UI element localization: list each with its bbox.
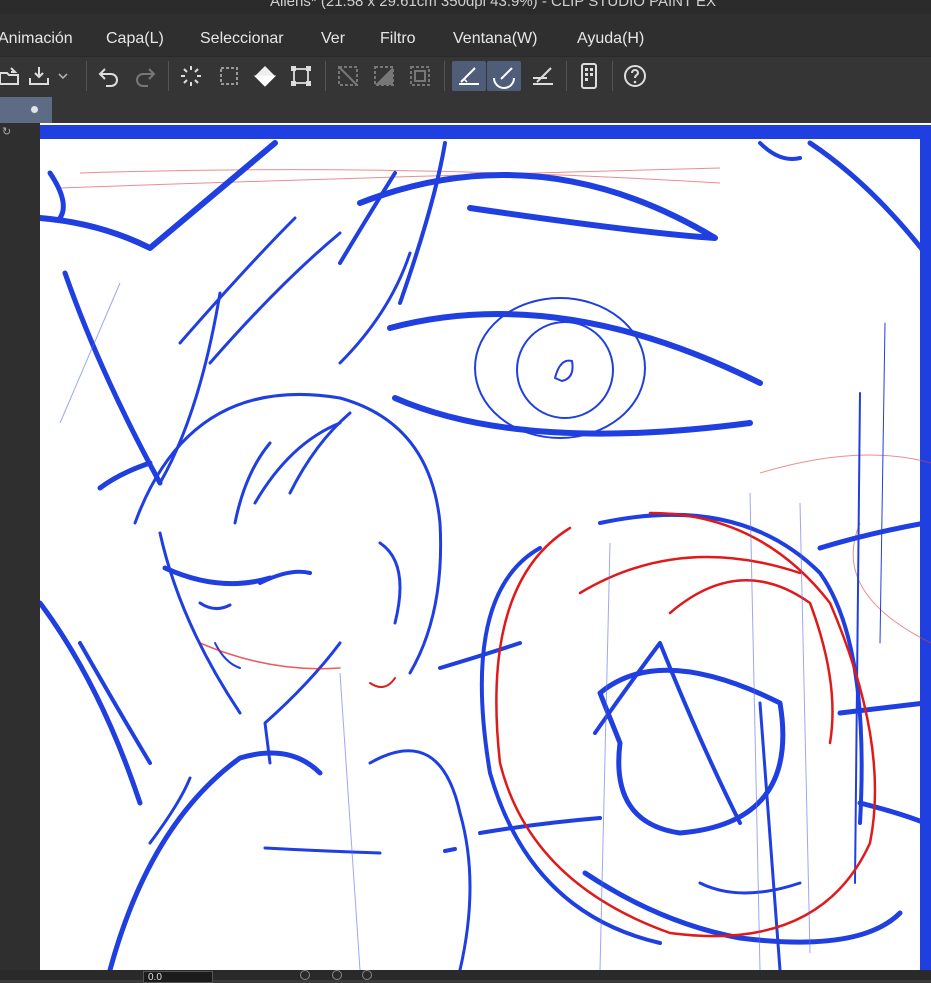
hide-selection-icon[interactable]	[333, 61, 363, 91]
status-bar: 0.0	[0, 970, 931, 983]
toolbar-separator	[168, 61, 169, 91]
left-panel: ↻	[0, 123, 40, 970]
grid-snap-icon[interactable]	[528, 61, 558, 91]
menu-capa[interactable]: Capa(L)	[106, 30, 164, 48]
undo-icon[interactable]	[94, 61, 124, 91]
fill-icon[interactable]	[250, 61, 280, 91]
invert-selection-icon[interactable]	[405, 61, 435, 91]
window-title: Aliens* (21.58 x 29.61cm 350dpi 43.9%) -…	[270, 0, 717, 10]
document-tab[interactable]	[0, 97, 52, 123]
zoom-in-icon[interactable]	[332, 970, 342, 980]
menu-ver[interactable]: Ver	[321, 30, 345, 48]
open-file-icon[interactable]	[0, 61, 24, 91]
menu-ayuda[interactable]: Ayuda(H)	[577, 30, 644, 48]
drawing-canvas[interactable]	[40, 123, 931, 970]
toolbar-separator	[444, 61, 445, 91]
command-bar	[0, 56, 931, 98]
save-dropdown-icon[interactable]	[54, 61, 72, 91]
menu-animacion[interactable]: Animación	[0, 30, 73, 48]
menu-ventana[interactable]: Ventana(W)	[453, 30, 537, 48]
document-tab-strip	[0, 97, 931, 123]
toolbar-separator	[612, 61, 613, 91]
transform-icon[interactable]	[286, 61, 316, 91]
menu-filtro[interactable]: Filtro	[380, 30, 416, 48]
window-titlebar: Aliens* (21.58 x 29.61cm 350dpi 43.9%) -…	[0, 0, 931, 14]
clear-selection-icon[interactable]	[214, 61, 244, 91]
help-icon[interactable]	[620, 61, 650, 91]
toolbar-separator	[86, 61, 87, 91]
clear-outside-icon[interactable]	[369, 61, 399, 91]
toolbar-separator	[325, 61, 326, 91]
toolbar-separator	[566, 61, 567, 91]
rotate-icon[interactable]	[362, 970, 372, 980]
menu-bar: Animación Capa(L) Seleccionar Ver Filtro…	[0, 14, 931, 56]
ruler-snap-icon[interactable]	[452, 61, 486, 91]
loading-spinner-icon[interactable]	[176, 61, 206, 91]
canvas-area[interactable]	[40, 123, 931, 970]
save-icon[interactable]	[24, 61, 54, 91]
menu-seleccionar[interactable]: Seleccionar	[200, 30, 284, 48]
refresh-icon[interactable]: ↻	[2, 125, 11, 138]
zoom-input[interactable]: 0.0	[143, 971, 213, 983]
special-ruler-snap-icon[interactable]	[487, 61, 521, 91]
redo-icon[interactable]	[130, 61, 160, 91]
smartphone-connect-icon[interactable]	[574, 61, 604, 91]
zoom-out-icon[interactable]	[300, 970, 310, 980]
unsaved-indicator-icon	[31, 106, 38, 113]
